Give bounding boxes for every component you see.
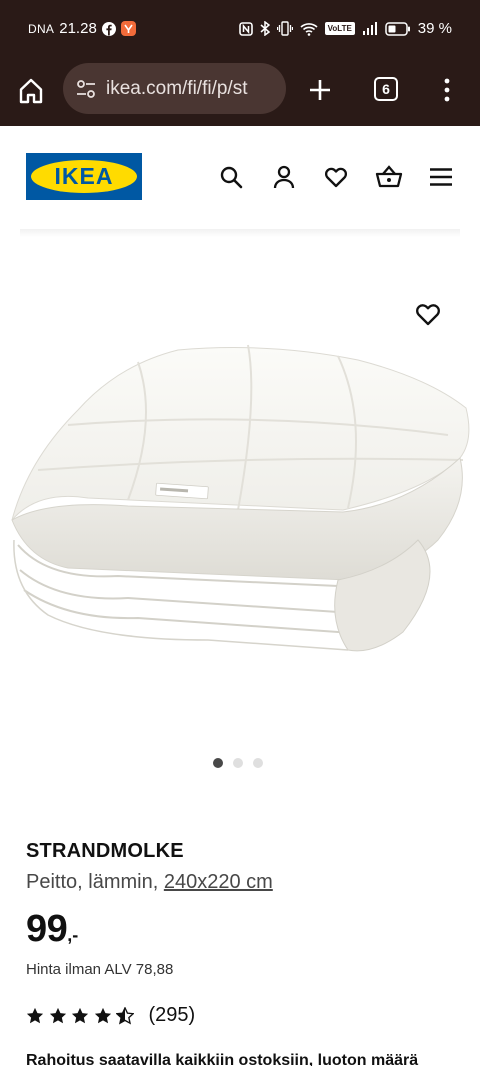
heart-icon: [416, 304, 440, 326]
account-button[interactable]: [271, 164, 297, 190]
gallery-pagination: [213, 758, 263, 768]
signal-icon: [362, 22, 378, 35]
star-full-icon: [49, 1007, 66, 1023]
facebook-icon: [101, 21, 116, 36]
product-size-link[interactable]: 240x220 cm: [164, 871, 273, 893]
product-type: Peitto, lämmin,: [26, 871, 159, 893]
status-bar: DNA 21.28 VoLTE 39 %: [0, 0, 480, 56]
plus-icon: [310, 80, 330, 100]
header-shadow: [20, 229, 460, 237]
product-description: Peitto, lämmin, 240x220 cm: [26, 871, 273, 894]
battery-icon: [385, 21, 411, 36]
battery-percent: 39 %: [417, 20, 452, 37]
review-count: (295): [148, 1004, 196, 1026]
home-icon: [19, 78, 43, 104]
star-half-icon: [116, 1006, 134, 1025]
wifi-icon: [300, 22, 318, 36]
logo-text: IKEA: [54, 163, 114, 189]
favourites-button[interactable]: [323, 164, 349, 190]
search-button[interactable]: [218, 164, 244, 190]
hamburger-menu-icon: [430, 168, 452, 186]
vibrate-icon: [276, 21, 293, 36]
home-button[interactable]: [16, 76, 46, 106]
cart-button[interactable]: [375, 164, 403, 190]
favourites-icon: [324, 167, 348, 188]
bluetooth-icon: [260, 21, 270, 36]
status-left: DNA 21.28: [28, 20, 136, 37]
site-header: IKEA: [0, 126, 480, 230]
browser-toolbar: ikea.com/fi/fi/p/st 6: [0, 56, 480, 126]
gallery-dot[interactable]: [213, 758, 223, 768]
product-name: STRANDMOLKE: [26, 840, 184, 862]
gallery-dot[interactable]: [253, 758, 263, 768]
price-value: 99: [26, 908, 68, 950]
main-menu-button[interactable]: [428, 164, 454, 190]
browser-menu-button[interactable]: [437, 76, 457, 104]
url-text: ikea.com/fi/fi/p/st: [106, 77, 248, 99]
gallery-dot[interactable]: [233, 758, 243, 768]
notification-app-icon: [120, 21, 136, 36]
product-image-duvet[interactable]: [8, 340, 474, 660]
price-suffix: ,-: [67, 925, 79, 945]
volte-icon: VoLTE: [324, 22, 355, 35]
ikea-logo[interactable]: IKEA: [26, 153, 142, 200]
address-bar[interactable]: ikea.com/fi/fi/p/st: [63, 63, 286, 114]
star-full-icon: [26, 1007, 44, 1023]
product-price: 99 ,-: [26, 908, 78, 951]
new-tab-button[interactable]: [306, 76, 334, 104]
more-vert-icon: [444, 78, 450, 102]
financing-link[interactable]: Rahoitus saatavilla kaikkiin ostoksiin, …: [26, 1052, 418, 1066]
price-without-vat: Hinta ilman ALV 78,88: [26, 961, 174, 978]
status-time: 21.28: [59, 20, 97, 37]
tab-switcher-button[interactable]: 6: [374, 77, 398, 101]
cart-icon: [375, 165, 403, 188]
site-settings-icon[interactable]: [75, 78, 97, 100]
star-full-icon: [94, 1007, 111, 1023]
account-icon: [273, 165, 295, 189]
search-icon: [220, 166, 243, 189]
product-rating[interactable]: (295): [26, 1004, 195, 1027]
logo-oval: IKEA: [31, 160, 137, 193]
add-to-favourites-button[interactable]: [414, 301, 442, 327]
status-right: VoLTE 39 %: [238, 20, 452, 37]
nfc-icon: [238, 21, 253, 36]
carrier-label: DNA: [28, 21, 55, 36]
star-full-icon: [71, 1007, 89, 1023]
